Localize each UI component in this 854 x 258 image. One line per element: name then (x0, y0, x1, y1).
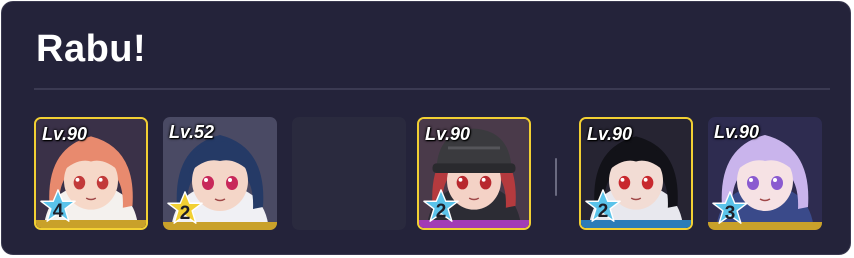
divider (34, 88, 830, 90)
level-label: Lv.90 (587, 124, 633, 144)
star-count: 2 (435, 201, 447, 222)
star-count: 4 (52, 201, 64, 222)
character-card[interactable]: Lv.90 2 (579, 117, 693, 230)
level-label: Lv.90 (42, 124, 88, 144)
team-panel: Rabu! Lv.90 4 Lv.52 2 Lv.90 2 Lv.90 2 Lv… (1, 1, 851, 255)
star-count: 2 (179, 203, 191, 224)
level-label: Lv.90 (425, 124, 471, 144)
empty-slot[interactable] (292, 117, 406, 230)
character-card[interactable]: Lv.90 4 (34, 117, 148, 230)
level-label: Lv.90 (714, 122, 760, 142)
player-name: Rabu! (36, 28, 147, 70)
character-card[interactable]: Lv.90 2 (417, 117, 531, 230)
team-separator (555, 158, 557, 196)
character-card[interactable]: Lv.90 3 (708, 117, 822, 230)
level-label: Lv.52 (169, 122, 215, 142)
character-card[interactable]: Lv.52 2 (163, 117, 277, 230)
star-count: 3 (724, 203, 736, 224)
star-count: 2 (597, 201, 609, 222)
